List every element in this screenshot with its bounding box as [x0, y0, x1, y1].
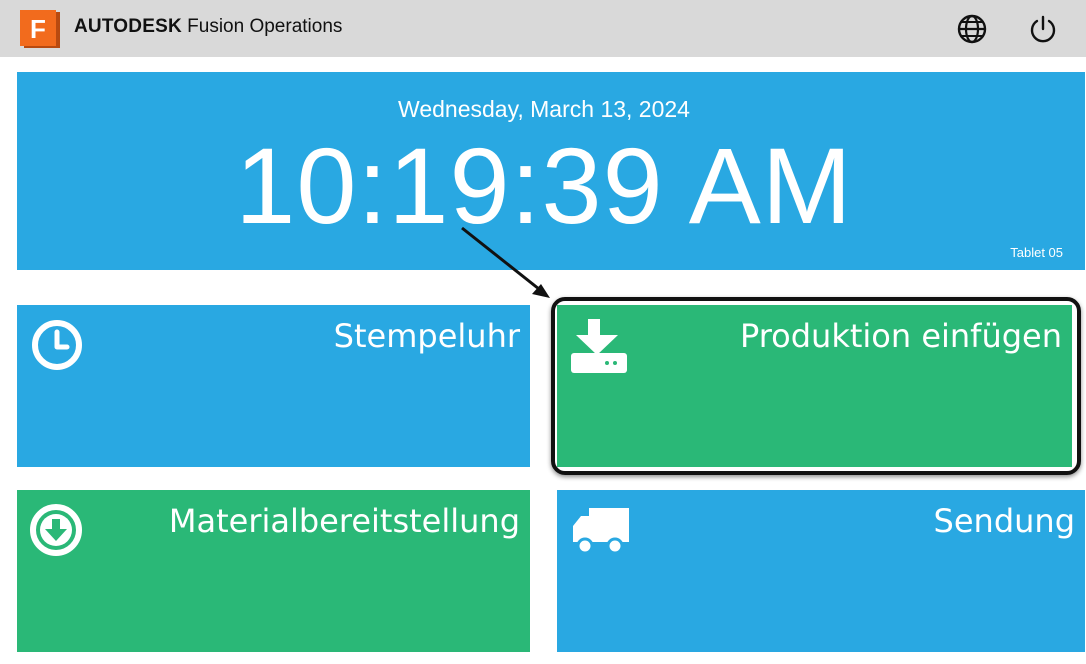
device-label: Tablet 05 — [1010, 245, 1063, 260]
language-button[interactable] — [955, 12, 989, 46]
brand-name: AUTODESK — [74, 16, 182, 37]
tile-label: Produktion einfügen — [739, 317, 1062, 355]
download-tray-icon — [569, 317, 627, 375]
clock-panel: Wednesday, March 13, 2024 10:19:39 AM Ta… — [17, 72, 1085, 270]
tile-stempeluhr[interactable]: Stempeluhr — [17, 305, 530, 467]
download-circle-icon — [29, 502, 87, 560]
tile-materialbereitstellung[interactable]: Materialbereitstellung — [17, 490, 530, 652]
logout-button[interactable] — [1027, 13, 1059, 45]
tile-label: Materialbereitstellung — [168, 502, 520, 540]
tile-sendung[interactable]: Sendung — [557, 490, 1085, 652]
app-title: AUTODESK Fusion Operations — [74, 16, 342, 38]
tile-label: Sendung — [933, 502, 1075, 540]
fusion-logo-icon: F — [20, 10, 62, 50]
logo-letter: F — [30, 14, 46, 44]
truck-icon — [569, 502, 629, 560]
tile-label: Stempeluhr — [333, 317, 520, 355]
current-time: 10:19:39 AM — [235, 125, 853, 246]
top-bar: F AUTODESK Fusion Operations — [0, 0, 1086, 57]
current-date: Wednesday, March 13, 2024 — [398, 96, 690, 122]
globe-icon — [957, 14, 987, 44]
tile-produktion-einfuegen[interactable]: Produktion einfügen — [557, 305, 1072, 467]
clock-icon — [29, 317, 87, 375]
product-name: Fusion Operations — [187, 16, 343, 37]
power-icon — [1030, 15, 1056, 43]
